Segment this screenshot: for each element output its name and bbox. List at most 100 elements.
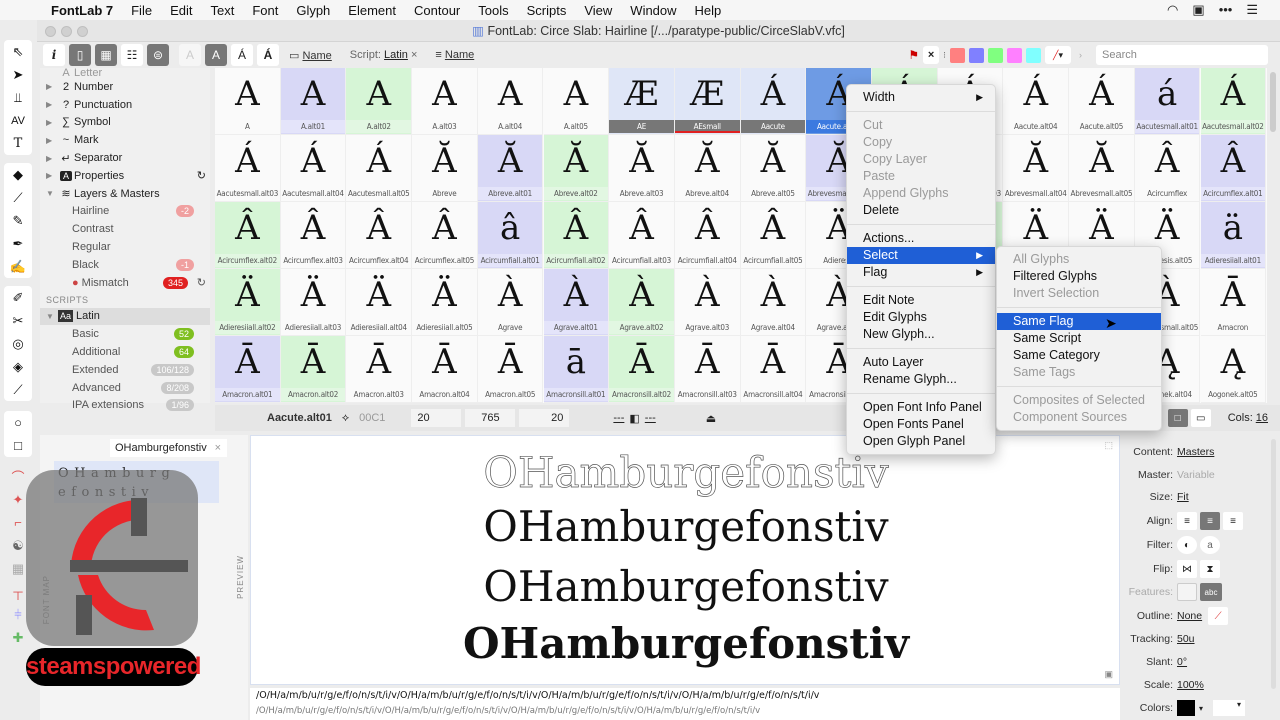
eraser-tool-icon[interactable]: ◆ bbox=[4, 163, 32, 186]
flag-icon[interactable]: ⚑ bbox=[908, 48, 919, 62]
pencil-tool-icon[interactable]: ✒ bbox=[4, 232, 32, 255]
glyph-cell[interactable]: Ä Adieresiiall.alt04 bbox=[346, 269, 413, 336]
glyph-cell[interactable]: À Agrave.alt04 bbox=[740, 269, 807, 336]
glyph-outline-regular-button[interactable]: A bbox=[205, 44, 227, 66]
features-checkbox[interactable] bbox=[1177, 583, 1197, 601]
glyph-name[interactable]: Aacute.alt01 bbox=[267, 412, 332, 424]
glyph-cell[interactable]: Æ AE bbox=[609, 68, 675, 135]
list-view-button[interactable]: ☷ bbox=[121, 44, 143, 66]
size-value[interactable]: Fit bbox=[1177, 491, 1189, 503]
glyph-cell[interactable]: á Aacutesmall.alt01 bbox=[1134, 68, 1201, 135]
chevron-down-icon[interactable]: ▾ bbox=[1199, 704, 1203, 713]
sidebar-master-mismatch[interactable]: ● Mismatch 345 ↻ bbox=[40, 274, 210, 292]
preview-text-field[interactable]: /O/H/a/m/b/u/r/g/e/f/o/n/s/t/i/v/O/H/a/m… bbox=[250, 688, 1120, 720]
glyph-cell[interactable]: Ā Amacron bbox=[1200, 269, 1267, 336]
sidebar-category-letter[interactable]: A Letter bbox=[40, 68, 210, 78]
glyph-cell[interactable]: Ă Abrevesmall.alt04 bbox=[1003, 135, 1070, 202]
glyph-accented-bold-button[interactable]: Á bbox=[257, 44, 279, 66]
menu-item-component-sources[interactable]: Component Sources bbox=[997, 409, 1161, 426]
glyph-cell[interactable]: A A.alt03 bbox=[412, 68, 478, 135]
menu-item-copy[interactable]: Copy bbox=[847, 134, 995, 151]
sidebar-master-contrast[interactable]: Contrast bbox=[40, 220, 210, 238]
menu-edit[interactable]: Edit bbox=[161, 3, 201, 18]
menu-item-open-fonts-panel[interactable]: Open Fonts Panel bbox=[847, 416, 995, 433]
menu-help[interactable]: Help bbox=[686, 3, 731, 18]
menu-item-paste[interactable]: Paste bbox=[847, 168, 995, 185]
grid-view-button[interactable]: ▦ bbox=[95, 44, 117, 66]
search-input[interactable]: Search bbox=[1096, 45, 1268, 65]
scale-value[interactable]: 100% bbox=[1177, 679, 1204, 691]
menu-item-same-tags[interactable]: Same Tags bbox=[997, 364, 1161, 381]
expand-arrow-icon[interactable]: ▶ bbox=[46, 100, 58, 109]
menu-item-filtered-glyphs[interactable]: Filtered Glyphs bbox=[997, 268, 1161, 285]
glyph-cell[interactable]: Ą Aogonek.alt05 bbox=[1200, 336, 1267, 403]
glyph-cell[interactable]: Â Acircumfiall.alt03 bbox=[609, 202, 675, 269]
menu-item-select[interactable]: Select ▶ bbox=[847, 247, 995, 264]
glyph-accented-button[interactable]: Á bbox=[231, 44, 253, 66]
glyph-cell[interactable]: Ä Adieresiiall.alt05 bbox=[412, 269, 478, 336]
menu-item-all-glyphs[interactable]: All Glyphs bbox=[997, 251, 1161, 268]
sidebar-category-layers-masters[interactable]: ▼ ≋ Layers & Masters bbox=[40, 185, 210, 203]
flag-color-blue[interactable] bbox=[969, 47, 984, 63]
glyph-cell[interactable]: À Agrave bbox=[477, 269, 544, 336]
sidebar-script-extended[interactable]: Extended 106/128 bbox=[40, 361, 210, 379]
brush-tool-icon[interactable]: ⟋ bbox=[4, 186, 32, 209]
filter-button[interactable]: ⊜ bbox=[147, 44, 169, 66]
wifi-icon[interactable]: ◠ bbox=[1167, 2, 1178, 18]
menu-view[interactable]: View bbox=[575, 3, 621, 18]
rapid-tool-icon[interactable]: ✍ bbox=[4, 255, 32, 278]
glyph-cell[interactable]: Â Acircumfiall.alt05 bbox=[740, 202, 807, 269]
sort-selector[interactable]: ≡ Name bbox=[435, 49, 474, 61]
preview-panel-icon[interactable]: ▣ bbox=[1104, 669, 1113, 680]
glyph-cell[interactable]: Á Aacutesmall.alt03 bbox=[215, 135, 281, 202]
menu-window[interactable]: Window bbox=[621, 3, 685, 18]
menu-glyph[interactable]: Glyph bbox=[287, 3, 339, 18]
align-left-button[interactable]: ≡ bbox=[1177, 512, 1197, 530]
menu-item-width[interactable]: Width ▶ bbox=[847, 89, 995, 106]
glyph-cell[interactable]: Á Aacutesmall.alt05 bbox=[346, 135, 413, 202]
advance-width-field[interactable]: 765 bbox=[465, 409, 516, 427]
list-icon[interactable]: ☰ bbox=[1246, 2, 1258, 18]
glyph-cell[interactable]: Ā Amacron.alt04 bbox=[412, 336, 478, 403]
ellipse-tool-icon[interactable]: ○ bbox=[4, 411, 32, 434]
sidebar-category-mark[interactable]: ▶ ~ Mark bbox=[40, 131, 210, 149]
background-color-swatch[interactable]: ▾ bbox=[1213, 700, 1246, 716]
flag-color-cyan[interactable] bbox=[1026, 47, 1041, 63]
glyph-cell[interactable]: A A.alt01 bbox=[280, 68, 347, 135]
outline-pen-icon[interactable]: ⟋ bbox=[1208, 607, 1229, 625]
glyph-cell[interactable]: Á Aacutesmall.alt04 bbox=[280, 135, 347, 202]
flag-color-red[interactable] bbox=[950, 47, 965, 63]
glyph-cell[interactable]: À Agrave.alt03 bbox=[674, 269, 741, 336]
menu-text[interactable]: Text bbox=[201, 3, 243, 18]
align-right-button[interactable]: ≡ bbox=[1223, 512, 1243, 530]
outline-value[interactable]: None bbox=[1177, 610, 1202, 622]
preview-options-icon[interactable]: ⬚ bbox=[1104, 440, 1113, 451]
glyph-cell[interactable]: Á Aacute.alt05 bbox=[1069, 68, 1135, 135]
sidebar-master-black[interactable]: Black -1 bbox=[40, 256, 210, 274]
glyph-cell[interactable]: Ā Amacron.alt03 bbox=[346, 336, 413, 403]
menu-item-actions[interactable]: Actions... bbox=[847, 230, 995, 247]
sidebar-script-additional[interactable]: Additional 64 bbox=[40, 343, 210, 361]
menu-item-composites-of-selected[interactable]: Composites of Selected bbox=[997, 392, 1161, 409]
caption-selector[interactable]: ▭ Name bbox=[289, 49, 332, 62]
cols-value[interactable]: 16 bbox=[1256, 412, 1268, 424]
close-window-button[interactable] bbox=[45, 26, 56, 37]
menu-item-edit-note[interactable]: Edit Note bbox=[847, 292, 995, 309]
info-button[interactable]: i bbox=[43, 44, 65, 66]
menu-item-invert-selection[interactable]: Invert Selection bbox=[997, 285, 1161, 302]
menu-scripts[interactable]: Scripts bbox=[518, 3, 576, 18]
knife-tool-icon[interactable]: ✐ bbox=[4, 286, 32, 309]
glyph-cell[interactable]: Ä Adieresiiall.alt02 bbox=[215, 269, 281, 336]
glyph-flag-icon[interactable]: ⟡ bbox=[342, 412, 349, 425]
menu-item-delete[interactable]: Delete bbox=[847, 202, 995, 219]
menu-item-same-script[interactable]: Same Script bbox=[997, 330, 1161, 347]
glyph-cell[interactable]: Ā Amacron.alt01 bbox=[215, 336, 281, 403]
glyph-cell[interactable]: A A.alt04 bbox=[477, 68, 544, 135]
glyph-cell[interactable]: ä Adieresiiall.alt01 bbox=[1200, 202, 1267, 269]
collapse-arrow-icon[interactable]: ▼ bbox=[46, 312, 58, 321]
grid-scrollbar[interactable] bbox=[1270, 72, 1276, 132]
kern-right-field[interactable]: --- bbox=[645, 412, 656, 424]
glyph-cell[interactable]: Æ AEsmall bbox=[674, 68, 741, 135]
menu-font[interactable]: Font bbox=[243, 3, 287, 18]
align-center-button[interactable]: ≡ bbox=[1200, 512, 1220, 530]
